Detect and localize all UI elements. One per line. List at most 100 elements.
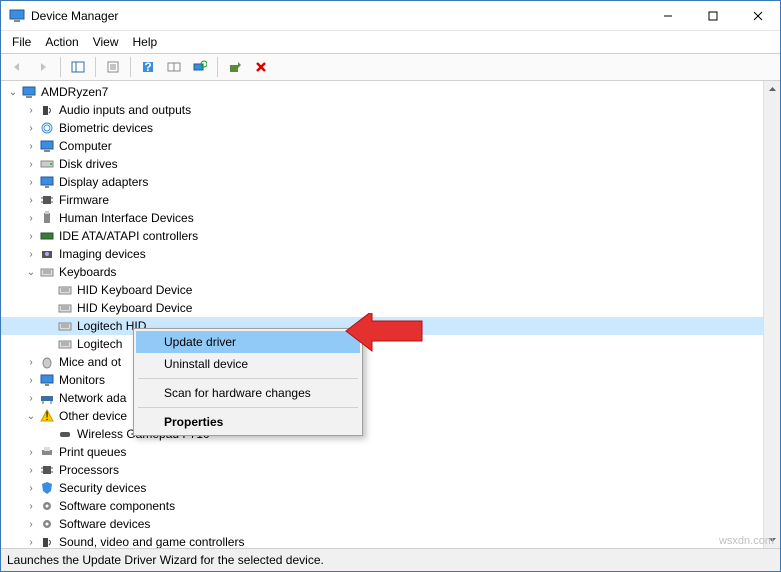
- chip-icon: [39, 192, 55, 208]
- app-icon: [9, 8, 25, 24]
- device-tree[interactable]: ⌄AMDRyzen7 › Audio inputs and outputs ›Biom…: [1, 81, 763, 548]
- ctx-properties[interactable]: Properties: [136, 411, 360, 433]
- tree-item-label: Print queues: [59, 445, 126, 459]
- close-button[interactable]: [735, 1, 780, 30]
- ctx-update-driver[interactable]: Update driver: [136, 331, 360, 353]
- expand-toggle-icon[interactable]: ›: [23, 501, 39, 512]
- card-icon: [39, 228, 55, 244]
- tree-category[interactable]: › IDE ATA/ATAPI controllers: [1, 227, 763, 245]
- tree-category[interactable]: › Mice and ot: [1, 353, 763, 371]
- menu-view[interactable]: View: [86, 33, 126, 51]
- tree-root[interactable]: ⌄AMDRyzen7: [1, 83, 763, 101]
- scan-hardware-button[interactable]: [188, 56, 212, 78]
- tree-category[interactable]: › Software components: [1, 497, 763, 515]
- tree-category[interactable]: › Print queues: [1, 443, 763, 461]
- menubar: File Action View Help: [1, 31, 780, 53]
- tree-item-label: Mice and ot: [59, 355, 121, 369]
- expand-toggle-icon[interactable]: ›: [23, 483, 39, 494]
- tree-category[interactable]: › Monitors: [1, 371, 763, 389]
- expand-toggle-icon[interactable]: ›: [23, 447, 39, 458]
- expand-toggle-icon[interactable]: ›: [23, 231, 39, 242]
- tree-category[interactable]: › Display adapters: [1, 173, 763, 191]
- menu-file[interactable]: File: [5, 33, 38, 51]
- tree-device-gamepad[interactable]: Wireless Gamepad F710: [1, 425, 763, 443]
- expand-toggle-icon[interactable]: ›: [23, 213, 39, 224]
- printer-icon: [39, 444, 55, 460]
- expand-toggle-icon[interactable]: ›: [23, 357, 39, 368]
- expand-toggle-icon[interactable]: ›: [23, 177, 39, 188]
- keyboard-icon: [57, 318, 73, 334]
- tree-item-label: Audio inputs and outputs: [59, 103, 191, 117]
- monitor-icon: [39, 174, 55, 190]
- tree-item-label: Software components: [59, 499, 175, 513]
- tree-category[interactable]: › Firmware: [1, 191, 763, 209]
- camera-icon: [39, 246, 55, 262]
- ctx-uninstall-device[interactable]: Uninstall device: [136, 353, 360, 375]
- tree-item-label: Monitors: [59, 373, 105, 387]
- gamepad-icon: [57, 426, 73, 442]
- expand-toggle-icon[interactable]: ›: [23, 465, 39, 476]
- expand-toggle-icon[interactable]: ›: [23, 105, 39, 116]
- expand-toggle-icon[interactable]: ›: [23, 141, 39, 152]
- ctx-scan-hardware[interactable]: Scan for hardware changes: [136, 382, 360, 404]
- menu-action[interactable]: Action: [38, 33, 85, 51]
- tree-category[interactable]: › Security devices: [1, 479, 763, 497]
- tree-item-label: Imaging devices: [59, 247, 146, 261]
- toolbar-button-5[interactable]: [162, 56, 186, 78]
- tree-item-label: Security devices: [59, 481, 146, 495]
- fingerprint-icon: [39, 120, 55, 136]
- chip-icon: [39, 462, 55, 478]
- expand-toggle-icon[interactable]: ›: [23, 393, 39, 404]
- expand-toggle-icon[interactable]: ›: [23, 159, 39, 170]
- speaker-icon: [39, 102, 55, 118]
- tree-item-label: Display adapters: [59, 175, 148, 189]
- tree-device-keyboard[interactable]: HID Keyboard Device: [1, 299, 763, 317]
- tree-category[interactable]: › Software devices: [1, 515, 763, 533]
- properties-button[interactable]: [101, 56, 125, 78]
- tree-category[interactable]: › Audio inputs and outputs: [1, 101, 763, 119]
- vertical-scrollbar[interactable]: [763, 81, 780, 548]
- tree-category[interactable]: ›Sound, video and game controllers: [1, 533, 763, 548]
- expand-toggle-icon[interactable]: ⌄: [23, 411, 39, 422]
- update-driver-button[interactable]: [223, 56, 247, 78]
- forward-button[interactable]: [31, 56, 55, 78]
- show-hide-console-button[interactable]: [66, 56, 90, 78]
- context-menu: Update driver Uninstall device Scan for …: [133, 328, 363, 436]
- tree-item-label: Other device: [59, 409, 127, 423]
- expand-toggle-icon[interactable]: ›: [23, 123, 39, 134]
- expand-toggle-icon[interactable]: ⌄: [5, 87, 21, 98]
- tree-item-label: HID Keyboard Device: [77, 301, 192, 315]
- expand-toggle-icon[interactable]: ›: [23, 375, 39, 386]
- tree-item-label: IDE ATA/ATAPI controllers: [59, 229, 198, 243]
- drive-icon: [39, 156, 55, 172]
- menu-help[interactable]: Help: [126, 33, 165, 51]
- tree-category[interactable]: ›Human Interface Devices: [1, 209, 763, 227]
- tree-device-keyboard[interactable]: Logitech HID: [1, 317, 763, 335]
- tree-category-other[interactable]: ⌄!Other device: [1, 407, 763, 425]
- maximize-button[interactable]: [690, 1, 735, 30]
- expand-toggle-icon[interactable]: ›: [23, 249, 39, 260]
- statusbar-text: Launches the Update Driver Wizard for th…: [7, 553, 324, 567]
- uninstall-button[interactable]: [249, 56, 273, 78]
- minimize-button[interactable]: [645, 1, 690, 30]
- tree-category[interactable]: ›Biometric devices: [1, 119, 763, 137]
- expand-toggle-icon[interactable]: ⌄: [23, 267, 39, 278]
- scroll-up-icon[interactable]: [764, 81, 780, 98]
- tree-category[interactable]: ›Computer: [1, 137, 763, 155]
- scroll-down-icon[interactable]: [764, 531, 780, 548]
- expand-toggle-icon[interactable]: ›: [23, 519, 39, 530]
- back-button[interactable]: [5, 56, 29, 78]
- tree-item-label: Software devices: [59, 517, 150, 531]
- tree-category[interactable]: › Imaging devices: [1, 245, 763, 263]
- tree-category[interactable]: ›Network ada: [1, 389, 763, 407]
- tree-device-keyboard[interactable]: HID Keyboard Device: [1, 281, 763, 299]
- tree-category[interactable]: ›Disk drives: [1, 155, 763, 173]
- tree-category-keyboards[interactable]: ⌄Keyboards: [1, 263, 763, 281]
- usb-icon: [39, 210, 55, 226]
- expand-toggle-icon[interactable]: ›: [23, 537, 39, 548]
- tree-device-keyboard[interactable]: Logitech: [1, 335, 763, 353]
- tree-category[interactable]: ›Processors: [1, 461, 763, 479]
- help-button[interactable]: ?: [136, 56, 160, 78]
- tree-item-label: Firmware: [59, 193, 109, 207]
- expand-toggle-icon[interactable]: ›: [23, 195, 39, 206]
